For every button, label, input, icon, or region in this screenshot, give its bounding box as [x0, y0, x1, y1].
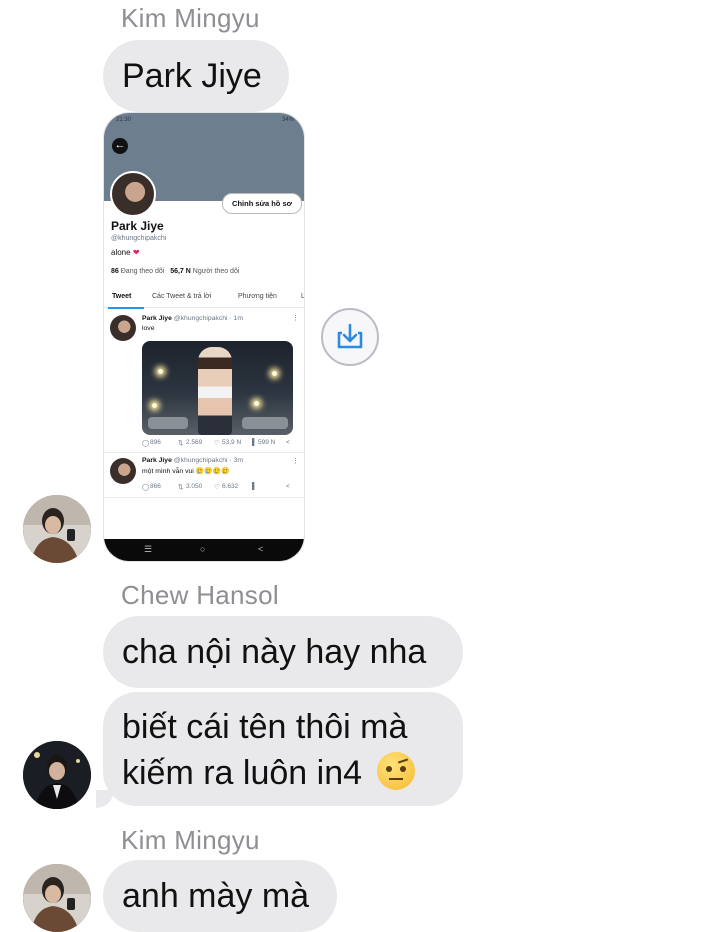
views-count: 599 N — [258, 439, 276, 446]
message-bubble-biet-cai-ten[interactable]: biết cái tên thôi mà kiếm ra luôn in4 — [103, 692, 463, 806]
tweet-header: Park Jiye @khungchipakchi · 3m — [142, 457, 243, 464]
bubble-tail — [96, 790, 114, 808]
tweet-author: Park Jiye — [142, 315, 172, 322]
tweet-divider — [104, 452, 304, 453]
following-label: Đang theo dõi — [120, 268, 165, 275]
message-line-2: kiếm ra luôn in4 — [122, 750, 444, 796]
tweet-avatar — [110, 458, 136, 484]
profile-avatar — [110, 171, 156, 217]
phone-status-bar: 21:30 34% — [104, 113, 304, 129]
like-icon: ♡ — [214, 484, 220, 491]
tweet-author: Park Jiye — [142, 457, 172, 464]
share-icon: < — [286, 439, 290, 446]
sender-name-chew-hansol: Chew Hansol — [121, 580, 279, 610]
more-options-icon: ⋮ — [292, 315, 299, 322]
reply-count: 896 — [150, 439, 161, 446]
following-count: 86 — [111, 268, 119, 275]
reply-count: 866 — [150, 483, 161, 490]
tab-tweet: Tweet — [112, 293, 132, 300]
tweet-text: love — [142, 325, 155, 332]
back-icon: < — [258, 544, 264, 554]
avatar-photo — [23, 741, 91, 809]
reply-icon: ◯ — [142, 484, 150, 491]
tweet-handle: @khungchipakchi — [173, 315, 228, 322]
status-battery: 34% — [281, 117, 294, 123]
message-text: Park Jiye — [122, 57, 262, 95]
profile-name: Park Jiye — [111, 219, 164, 233]
followers-count: 56,7 N — [170, 268, 191, 275]
profile-handle: @khungchipakchi — [111, 235, 167, 242]
edit-profile-button: Chỉnh sửa hồ sơ — [222, 193, 302, 214]
followers-label: Người theo dõi — [192, 268, 240, 275]
message-text: anh mày mà — [122, 877, 310, 915]
retweet-icon: ⇅ — [178, 440, 184, 447]
profile-stats: 86 Đang theo dõi 56,7 N Người theo dõi — [111, 268, 239, 275]
views-icon: ▌ — [252, 483, 257, 490]
heart-icon: ❤ — [132, 248, 140, 257]
views-icon: ▌ — [252, 439, 257, 446]
avatar-photo — [23, 864, 91, 932]
tab-tweets-replies: Các Tweet & trả lời — [152, 293, 212, 300]
like-icon: ♡ — [214, 440, 220, 447]
status-time: 21:30 — [116, 117, 132, 123]
message-line-1: biết cái tên thôi mà — [122, 708, 408, 746]
download-tray-icon — [337, 323, 363, 349]
tweet-time: · 1m — [229, 315, 244, 322]
active-tab-indicator — [108, 307, 144, 309]
back-arrow-icon: ← — [112, 138, 128, 154]
message-bubble-park-jiye[interactable]: Park Jiye — [103, 40, 289, 112]
avatar-chew-hansol[interactable] — [23, 741, 91, 809]
like-count: 53,9 N — [222, 439, 242, 446]
message-text: cha nội này hay nha — [122, 633, 427, 671]
recent-apps-icon: ☰ — [144, 544, 153, 554]
tweet-divider — [104, 497, 304, 498]
retweet-count: 3.050 — [186, 483, 203, 490]
reply-icon: ◯ — [142, 440, 150, 447]
avatar-photo — [23, 495, 91, 563]
message-bubble-cha-noi[interactable]: cha nội này hay nha — [103, 616, 463, 688]
more-options-icon: ⋮ — [292, 458, 299, 465]
tweet-handle: @khungchipakchi — [173, 457, 228, 464]
profile-tabs: Tweet Các Tweet & trả lời Phương tiện L — [104, 289, 304, 308]
like-count: 6.632 — [222, 483, 239, 490]
avatar-kim-mingyu[interactable] — [23, 495, 91, 563]
tweet-photo — [142, 341, 293, 435]
tweet-time: · 3m — [229, 457, 244, 464]
message-line-2-text: kiếm ra luôn in4 — [122, 754, 363, 792]
share-icon: < — [286, 483, 290, 490]
retweet-icon: ⇅ — [178, 484, 184, 491]
sender-name-kim-mingyu-1: Kim Mingyu — [121, 3, 260, 33]
home-icon: ○ — [200, 544, 206, 554]
raised-eyebrow-emoji-icon — [377, 752, 416, 790]
retweet-count: 2.569 — [186, 439, 203, 446]
tweet-header: Park Jiye @khungchipakchi · 1m — [142, 315, 243, 322]
avatar-kim-mingyu[interactable] — [23, 864, 91, 932]
profile-bio: alone ❤ — [111, 248, 140, 257]
phone-nav-bar: ☰ ○ < — [104, 539, 304, 561]
message-bubble-anh-may-ma[interactable]: anh mày mà — [103, 860, 337, 932]
save-image-button[interactable] — [321, 308, 379, 366]
sender-name-kim-mingyu-2: Kim Mingyu — [121, 825, 260, 855]
tweet-avatar — [110, 315, 136, 341]
tab-likes: L — [301, 293, 305, 300]
shared-screenshot-image[interactable]: 21:30 34% ← Chỉnh sửa hồ sơ Park Jiye @k… — [103, 112, 305, 562]
tweet-text: một mình vẫn vui 🥲🥲🥲🥲 — [142, 468, 230, 475]
tab-media: Phương tiện — [238, 293, 277, 300]
bio-text: alone — [111, 248, 131, 257]
